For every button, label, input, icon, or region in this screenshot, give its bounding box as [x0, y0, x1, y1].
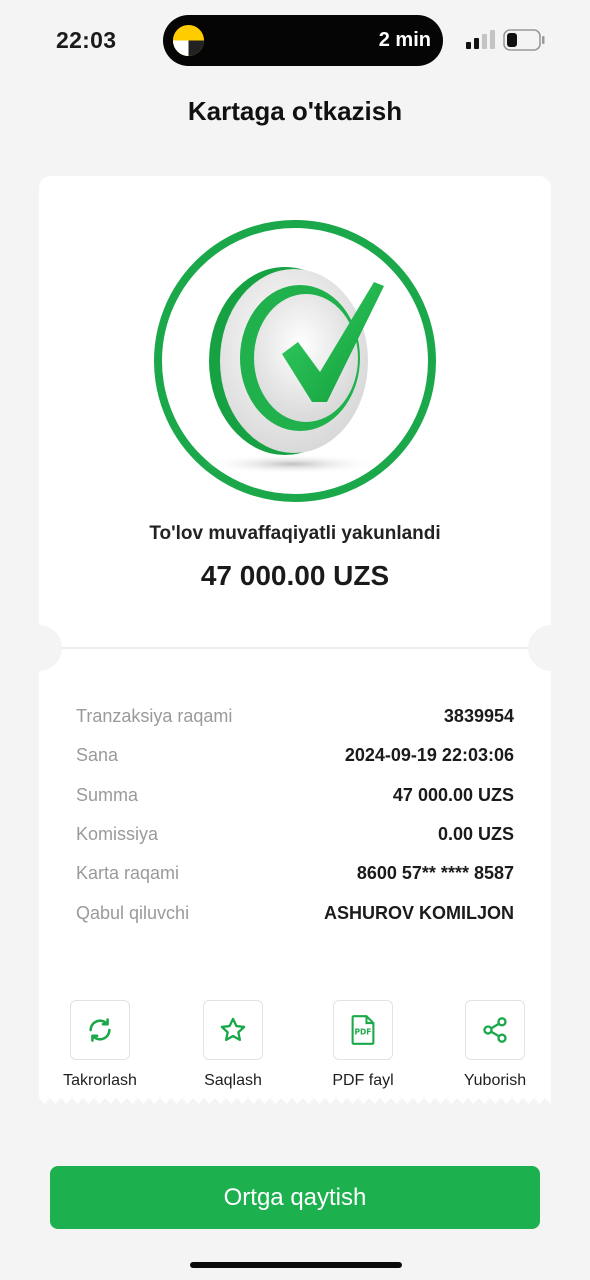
detail-value: 3839954 — [443, 706, 514, 727]
pdf-button-box[interactable]: PDF — [333, 1000, 393, 1060]
payment-amount: 47 000.00 UZS — [200, 560, 390, 591]
success-check-icon — [153, 219, 437, 503]
receipt-actions: Takrorlash Saqlash PDF PDF fayl Yuborish — [39, 1000, 551, 1092]
taxi-app-icon — [172, 24, 205, 57]
home-indicator[interactable] — [190, 1262, 402, 1268]
detail-label: Summa — [76, 784, 139, 805]
detail-value: 8600 57** **** 8587 — [356, 863, 514, 884]
detail-label: Tranzaksiya raqami — [76, 706, 233, 727]
share-button-box[interactable] — [465, 1000, 525, 1060]
detail-label: Qabul qiluvchi — [76, 902, 190, 923]
cellular-signal-icon — [466, 30, 495, 49]
status-time: 22:03 — [56, 27, 117, 53]
star-icon — [220, 1017, 246, 1042]
detail-row-card-number: Karta raqami 8600 57** **** 8587 — [76, 854, 514, 893]
repeat-button-box[interactable] — [70, 1000, 130, 1060]
detail-value: 0.00 UZS — [437, 824, 514, 845]
receipt-notch-right — [528, 625, 574, 671]
receipt-divider — [62, 647, 528, 649]
detail-label: Sana — [76, 745, 119, 766]
receipt-zigzag-edge — [39, 1092, 551, 1104]
save-label: Saqlash — [204, 1072, 262, 1089]
repeat-button[interactable]: Takrorlash — [40, 1000, 160, 1090]
dynamic-island[interactable]: 2 min — [163, 15, 443, 66]
pdf-file-icon: PDF — [351, 1015, 375, 1045]
share-label: Yuborish — [463, 1072, 527, 1089]
detail-row-sum: Summa 47 000.00 UZS — [76, 776, 514, 815]
pdf-button[interactable]: PDF PDF fayl — [303, 1000, 423, 1090]
detail-label: Karta raqami — [76, 863, 180, 884]
detail-row-commission: Komissiya 0.00 UZS — [76, 815, 514, 854]
battery-low-icon — [503, 29, 545, 51]
detail-label: Komissiya — [76, 824, 159, 845]
page-title: Kartaga o'tkazish — [187, 96, 403, 126]
payment-success-message: To'lov muvaffaqiyatli yakunlandi — [149, 523, 441, 544]
island-timer-text: 2 min — [378, 29, 431, 51]
transaction-details: Tranzaksiya raqami 3839954 Sana 2024-09-… — [76, 697, 514, 933]
repeat-label: Takrorlash — [63, 1072, 137, 1089]
detail-value: 2024-09-19 22:03:06 — [344, 745, 514, 766]
share-button[interactable]: Yuborish — [435, 1000, 555, 1090]
detail-value: 47 000.00 UZS — [392, 784, 514, 805]
detail-value: ASHUROV KOMILJON — [323, 902, 514, 923]
svg-text:PDF: PDF — [355, 1028, 372, 1037]
save-button-box[interactable] — [203, 1000, 263, 1060]
save-button[interactable]: Saqlash — [173, 1000, 293, 1090]
transfer-receipt-screen: 22:03 2 min Kartaga o'tkazish To'lov muv… — [0, 0, 590, 1280]
share-icon — [483, 1017, 507, 1043]
detail-row-transaction-id: Tranzaksiya raqami 3839954 — [76, 697, 514, 736]
receipt-notch-left — [16, 625, 62, 671]
detail-row-recipient: Qabul qiluvchi ASHUROV KOMILJON — [76, 893, 514, 932]
detail-row-date: Sana 2024-09-19 22:03:06 — [76, 736, 514, 775]
repeat-icon — [89, 1018, 111, 1042]
back-button[interactable]: Ortga qaytish — [50, 1166, 540, 1229]
pdf-label: PDF fayl — [332, 1072, 394, 1089]
